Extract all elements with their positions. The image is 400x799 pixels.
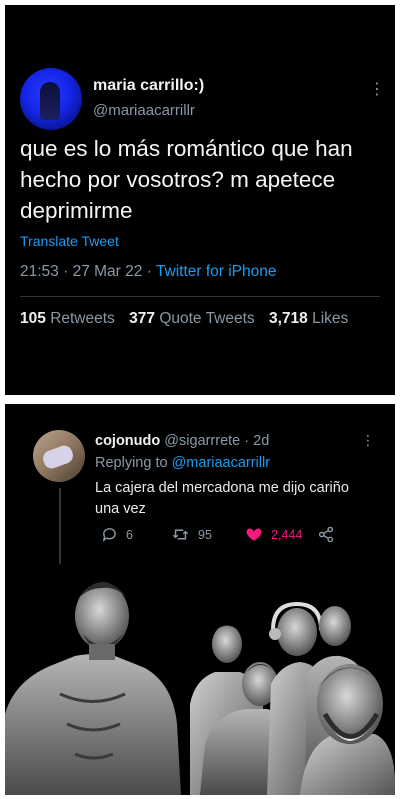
author-handle[interactable]: @mariaacarrillr: [93, 102, 195, 119]
meme-image: [5, 564, 395, 795]
author-avatar[interactable]: [20, 68, 82, 130]
reply-author: cojonudo @sigarrrete · 2d: [95, 433, 269, 449]
retweet-icon: [172, 529, 189, 540]
reply-icon: [102, 528, 116, 542]
tweet-source[interactable]: Twitter for iPhone: [156, 263, 277, 280]
author-display-name[interactable]: maria carrillo:): [93, 77, 204, 95]
like-count: 2,444: [271, 527, 303, 542]
share-icon: [318, 526, 334, 543]
reply-panel: cojonudo @sigarrrete · 2d ⋮ Replying to …: [5, 404, 395, 795]
replying-to-handle[interactable]: @mariaacarrillr: [172, 455, 271, 471]
retweet-button[interactable]: 95: [171, 526, 212, 543]
tweet-timestamp: 21:53 · 27 Mar 22 · Twitter for iPhone: [20, 263, 277, 280]
tweet-date[interactable]: 27 Mar 22: [73, 263, 143, 280]
reply-display-name[interactable]: cojonudo: [95, 433, 160, 449]
reply-handle[interactable]: @sigarrrete: [164, 433, 240, 449]
reply-author-avatar[interactable]: [33, 430, 85, 482]
retweet-count: 95: [198, 527, 212, 542]
quote-tweets-stat[interactable]: 377 Quote Tweets: [129, 310, 255, 327]
likes-stat[interactable]: 3,718 Likes: [269, 310, 348, 327]
share-button[interactable]: [317, 526, 335, 543]
tweet-text: que es lo más romántico que han hecho po…: [20, 136, 353, 223]
replying-to: Replying to @mariaacarrillr: [95, 455, 271, 471]
retweets-stat[interactable]: 105 Retweets: [20, 310, 115, 327]
reply-button[interactable]: 6: [101, 526, 133, 543]
like-button[interactable]: 2,444: [245, 526, 302, 543]
reply-count: 6: [126, 527, 133, 542]
more-icon[interactable]: ⋮: [361, 432, 375, 449]
translate-tweet-link[interactable]: Translate Tweet: [20, 233, 119, 249]
tweet-panel: maria carrillo:) @mariaacarrillr ⋮ que e…: [5, 5, 395, 395]
more-icon[interactable]: ⋮: [369, 79, 385, 99]
tweet-time[interactable]: 21:53: [20, 263, 59, 280]
tweet-stats: 105 Retweets 377 Quote Tweets 3,718 Like…: [20, 310, 358, 328]
reply-age[interactable]: · 2d: [244, 433, 269, 449]
reply-actions: 6 95 2,444: [95, 526, 385, 546]
heart-icon: [246, 528, 262, 541]
divider: [20, 296, 380, 297]
reply-text: La cajera del mercadona me dijo cariño u…: [95, 480, 349, 517]
